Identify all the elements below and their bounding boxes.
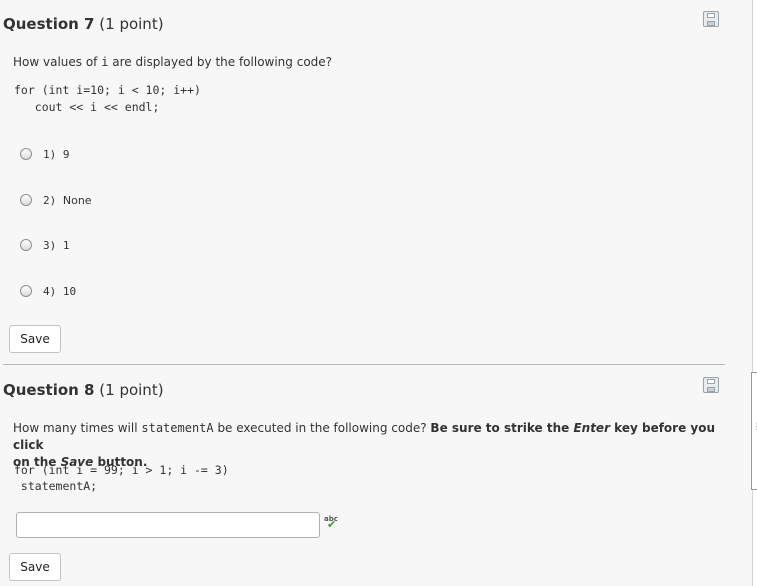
question-8-title: Question 8 (3, 381, 95, 399)
question-7-points: (1 point) (99, 15, 164, 33)
question-7-option-1[interactable]: 1) 9 (20, 146, 70, 162)
question-7-title: Question 7 (3, 15, 95, 33)
spell-check-icon[interactable]: abc ✔ (324, 515, 338, 531)
question-7-option-2[interactable]: 2) None (20, 192, 92, 208)
question-8-code-line-2: statementA; (14, 479, 98, 493)
question-7-save-icon[interactable] (703, 11, 719, 27)
question-8-answer-input[interactable] (16, 512, 320, 538)
question-8-save-button[interactable]: Save (9, 553, 61, 581)
radio-button[interactable] (20, 194, 32, 206)
question-7-header: Question 7 (1 point) (3, 15, 164, 33)
question-8-save-icon[interactable] (703, 377, 719, 393)
radio-button[interactable] (20, 285, 32, 297)
question-8-points: (1 point) (99, 381, 164, 399)
radio-button[interactable] (20, 239, 32, 251)
scrollbar-track[interactable] (752, 0, 757, 586)
question-7-code-line-2: cout << i << endl; (14, 100, 160, 114)
question-8-code-line-1: for (int i = 99; i > 1; i -= 3) (14, 463, 229, 477)
question-7-prompt: How values of i are displayed by the fol… (13, 55, 333, 69)
scrollbar-grip-icon: ⋮ (753, 422, 757, 431)
question-7-save-button[interactable]: Save (9, 325, 61, 353)
question-7-code-line-1: for (int i=10; i < 10; i++) (14, 83, 201, 97)
scrollbar-thumb[interactable] (751, 372, 757, 490)
question-divider (3, 364, 725, 365)
radio-button[interactable] (20, 148, 32, 160)
question-8-header: Question 8 (1 point) (3, 381, 164, 399)
question-7-option-3[interactable]: 3) 1 (20, 237, 70, 253)
question-7-option-4[interactable]: 4) 10 (20, 283, 76, 299)
